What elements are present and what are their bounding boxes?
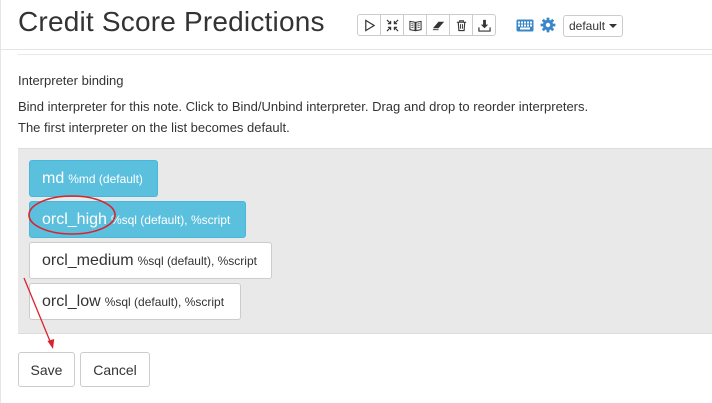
binding-description-line1: Bind interpreter for this note. Click to…	[18, 99, 589, 114]
book-icon	[408, 20, 422, 31]
interpreter-name: orcl_low	[42, 292, 101, 310]
cancel-button[interactable]: Cancel	[80, 352, 150, 387]
interpreter-meta: %sql (default), %script	[104, 294, 225, 309]
interpreter-name: orcl_high	[42, 210, 107, 228]
trash-icon	[456, 19, 466, 31]
interpreter-item-md[interactable]: md %md (default)	[29, 160, 158, 197]
annotation-arrowhead	[47, 339, 55, 349]
interpreter-item-orcl-low[interactable]: orcl_low %sql (default), %script	[29, 283, 241, 320]
left-border	[0, 0, 1, 403]
interpreter-name: md	[42, 169, 65, 187]
collapse-all-button[interactable]	[380, 14, 404, 36]
run-all-button[interactable]	[357, 14, 381, 36]
clear-output-button[interactable]	[426, 14, 450, 36]
interpreter-meta: %sql (default), %script	[110, 212, 231, 227]
eraser-icon	[432, 21, 444, 30]
keyboard-icon[interactable]	[516, 19, 534, 32]
notebook-page: Credit Score Predictions default Interpr…	[0, 0, 712, 403]
divider	[18, 54, 712, 55]
export-note-button[interactable]	[472, 14, 496, 36]
note-mode-dropdown[interactable]: default	[563, 15, 624, 37]
save-button[interactable]: Save	[18, 352, 75, 387]
interpreter-item-orcl-medium[interactable]: orcl_medium %sql (default), %script	[29, 242, 272, 279]
delete-note-button[interactable]	[449, 14, 473, 36]
interpreter-meta: %sql (default), %script	[137, 253, 257, 268]
dropdown-value: default	[569, 19, 606, 33]
binding-title: Interpreter binding	[18, 73, 124, 88]
interpreter-meta: %md (default)	[68, 171, 143, 186]
page-title: Credit Score Predictions	[18, 6, 325, 37]
interpreter-item-orcl-high[interactable]: orcl_high %sql (default), %script	[29, 201, 246, 238]
caret-down-icon	[609, 24, 618, 28]
gear-icon[interactable]	[540, 17, 556, 33]
toggle-editor-button[interactable]	[403, 14, 427, 36]
play-icon	[364, 18, 375, 32]
collapse-icon	[386, 19, 398, 31]
note-header: Credit Score Predictions default	[0, 0, 712, 50]
note-toolbar	[357, 14, 496, 36]
download-icon	[477, 19, 491, 32]
interpreter-name: orcl_medium	[42, 251, 134, 269]
binding-description-line2: The first interpreter on the list become…	[18, 120, 290, 135]
